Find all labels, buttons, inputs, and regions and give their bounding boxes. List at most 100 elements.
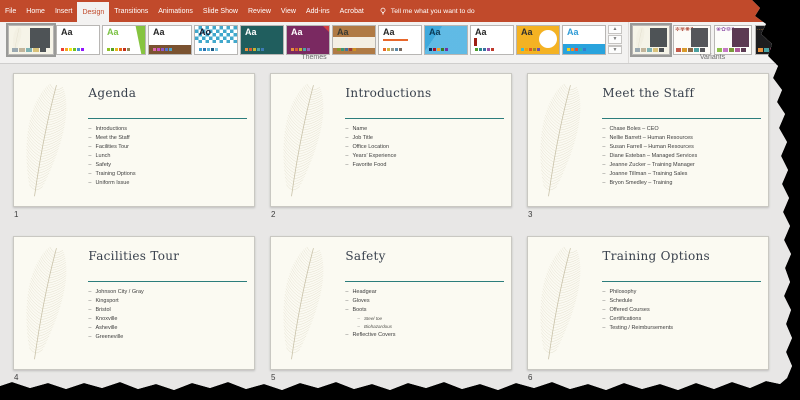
slide-thumbnail-3[interactable]: Meet the Staff Chase Boles – CEONellie B… xyxy=(527,73,769,219)
slide-number-label: 5 xyxy=(270,373,512,382)
variant-thumbnail-variant-ornate-pattern[interactable]: ✻✾✺✽✻✾✺✽✻✾✺✽ xyxy=(673,25,711,55)
slide-number-label: 6 xyxy=(527,373,769,382)
variant-color-swatches xyxy=(676,48,705,52)
variant-motif-dots: ∙∙∙∙∙∙∙∙∙∙∙∙∙∙∙∙∙∙∙∙∙∙∙∙ xyxy=(757,27,775,47)
ribbon-tab-animations[interactable]: Animations xyxy=(153,0,198,22)
slide-body-text: Johnson City / GrayKingsportBristolKnoxv… xyxy=(88,288,249,342)
themes-group-label: Themes xyxy=(0,54,628,61)
theme-sample-text: Aa xyxy=(383,28,395,37)
theme-sample-text: Aa xyxy=(245,28,257,37)
slide-title: Facilities Tour xyxy=(88,249,179,263)
theme-thumbnail-theme-teal-ion[interactable]: Aa xyxy=(240,25,284,55)
ribbon-tab-home[interactable]: Home xyxy=(21,0,50,22)
slide-bullet: Reflective Covers xyxy=(345,331,506,340)
theme-sample-text: Aa xyxy=(337,28,349,37)
theme-thumbnail-theme-green-facet[interactable]: Aa xyxy=(102,25,146,55)
slide-bullet: Susan Farrell – Human Resources xyxy=(602,143,763,152)
theme-sample-text: Aa xyxy=(475,28,487,37)
title-divider-line xyxy=(88,281,246,282)
feather-decoration xyxy=(24,240,77,367)
themes-scroll-up-icon[interactable]: ▲ xyxy=(608,25,622,34)
theme-thumbnail-theme-white-orange-retrospect[interactable]: Aa xyxy=(378,25,422,55)
themes-more-icon[interactable]: ▼ xyxy=(608,45,622,54)
theme-thumbnail-current-feathers[interactable] xyxy=(8,25,54,55)
slide-thumbnail-6[interactable]: Training Options PhilosophyScheduleOffer… xyxy=(527,236,769,382)
theme-color-dots xyxy=(337,48,356,51)
theme-color-dots xyxy=(107,48,130,51)
slide-card[interactable]: Safety HeadgearGlovesBootsSteel toeBioha… xyxy=(270,236,512,370)
theme-sample-text: Aa xyxy=(107,28,119,37)
ribbon-tab-insert[interactable]: Insert xyxy=(50,0,78,22)
theme-thumbnail-theme-blue-diagonal-slice[interactable]: Aa xyxy=(424,25,468,55)
theme-dark-panel xyxy=(30,28,50,48)
theme-sample-text: Aa xyxy=(291,28,303,37)
theme-color-dots xyxy=(199,48,218,51)
slide-bullet: Headgear xyxy=(345,288,506,297)
variant-thumbnail-variant-dark-dots[interactable]: ∙∙∙∙∙∙∙∙∙∙∙∙∙∙∙∙∙∙∙∙∙∙∙∙ xyxy=(755,25,793,55)
slide-body-text: HeadgearGlovesBootsSteel toeBiohazardous… xyxy=(345,288,506,340)
slide-card[interactable]: Introductions NameJob TitleOffice Locati… xyxy=(270,73,512,207)
slide-number-label: 4 xyxy=(13,373,255,382)
feather-decoration xyxy=(538,240,591,367)
powerpoint-window: FileHomeInsertDesignTransitionsAnimation… xyxy=(0,0,800,400)
ribbon-tab-add-ins[interactable]: Add-ins xyxy=(301,0,335,22)
ribbon-tab-file[interactable]: File xyxy=(0,0,21,22)
slide-bullet: Uniform Issue xyxy=(88,179,249,188)
theme-sample-text: Aa xyxy=(429,28,441,37)
ribbon-tab-view[interactable]: View xyxy=(276,0,301,22)
theme-color-dots xyxy=(429,48,448,51)
theme-thumbnail-theme-wood-organic[interactable]: Aa xyxy=(332,25,376,55)
theme-thumbnail-theme-purple-ion-boardroom[interactable]: Aa xyxy=(286,25,330,55)
title-divider-line xyxy=(345,281,503,282)
slide-bullet: Diane Esteban – Managed Services xyxy=(602,152,763,161)
theme-color-dots xyxy=(153,48,172,51)
slide-bullet: Chase Boles – CEO xyxy=(602,125,763,134)
slide-bullet: Testing / Reimbursements xyxy=(602,324,763,333)
slide-thumbnail-1[interactable]: Agenda IntroductionsMeet the StaffFacili… xyxy=(13,73,255,219)
ribbon-tabs: FileHomeInsertDesignTransitionsAnimation… xyxy=(0,0,369,22)
variant-thumbnail-variant-floral-green-purple[interactable]: ❀✿❁❃❀✿❁❃❀✿❁❃ xyxy=(714,25,752,55)
slide-thumbnail-2[interactable]: Introductions NameJob TitleOffice Locati… xyxy=(270,73,512,219)
slide-body-text: NameJob TitleOffice LocationYears’ Exper… xyxy=(345,125,506,170)
slide-bullet: Offered Courses xyxy=(602,306,763,315)
theme-accent-circle xyxy=(539,30,557,48)
slide-thumbnail-4[interactable]: Facilities Tour Johnson City / GrayKings… xyxy=(13,236,255,382)
slide-body-text: Chase Boles – CEONellie Barrett – Human … xyxy=(602,125,763,188)
slide-title: Training Options xyxy=(602,249,710,263)
theme-sample-text: Ao xyxy=(199,28,211,37)
slide-body-text: PhilosophyScheduleOffered CoursesCertifi… xyxy=(602,288,763,333)
design-ribbon-gallery: Aa Aa Aa Ao Aa Aa Aa Aa Aa Aa Aa Aa ▲ ▼ ▼ ✻✾✺✽✻✾✺✽✻… xyxy=(0,22,800,64)
slide-card[interactable]: Meet the Staff Chase Boles – CEONellie B… xyxy=(527,73,769,207)
theme-thumbnail-theme-blue-band-banded[interactable]: Aa xyxy=(562,25,606,55)
feather-decoration xyxy=(281,77,334,204)
theme-thumbnail-theme-white-red-flag-dividend[interactable]: Aa xyxy=(470,25,514,55)
theme-thumbnail-theme-orange-circle[interactable]: Aa xyxy=(516,25,560,55)
title-divider-line xyxy=(88,118,246,119)
slide-card[interactable]: Training Options PhilosophyScheduleOffer… xyxy=(527,236,769,370)
variant-thumbnail-variant-feather-cream[interactable] xyxy=(632,25,670,55)
ribbon-tab-design[interactable]: Design xyxy=(77,2,109,22)
theme-color-dots xyxy=(245,48,264,51)
slide-card[interactable]: Agenda IntroductionsMeet the StaffFacili… xyxy=(13,73,255,207)
theme-thumbnail-theme-blue-checker-integral[interactable]: Ao xyxy=(194,25,238,55)
slide-sub-bullet: Steel toe xyxy=(357,315,506,323)
themes-scroll-down-icon[interactable]: ▼ xyxy=(608,35,622,44)
ribbon-tab-acrobat[interactable]: Acrobat xyxy=(335,0,369,22)
tell-me-box[interactable]: Tell me what you want to do xyxy=(379,0,475,22)
theme-accent-corner xyxy=(323,26,329,32)
slide-thumbnail-5[interactable]: Safety HeadgearGlovesBootsSteel toeBioha… xyxy=(270,236,512,382)
slide-card[interactable]: Facilities Tour Johnson City / GrayKings… xyxy=(13,236,255,370)
theme-sample-text: Aa xyxy=(567,28,579,37)
ribbon-tab-review[interactable]: Review xyxy=(243,0,276,22)
variant-color-swatches xyxy=(717,48,746,52)
slide-bullet: Lunch xyxy=(88,152,249,161)
slide-number-label: 2 xyxy=(270,210,512,219)
feather-decoration xyxy=(24,77,77,204)
slide-body-text: IntroductionsMeet the StaffFacilities To… xyxy=(88,125,249,188)
ribbon-tab-transitions[interactable]: Transitions xyxy=(109,0,153,22)
ribbon-tab-slide-show[interactable]: Slide Show xyxy=(198,0,243,22)
theme-thumbnail-theme-white-shelf-wisp[interactable]: Aa xyxy=(148,25,192,55)
slide-bullet: Asheville xyxy=(88,324,249,333)
theme-thumbnail-theme-white-office[interactable]: Aa xyxy=(56,25,100,55)
ribbon-tab-bar: FileHomeInsertDesignTransitionsAnimation… xyxy=(0,0,800,22)
